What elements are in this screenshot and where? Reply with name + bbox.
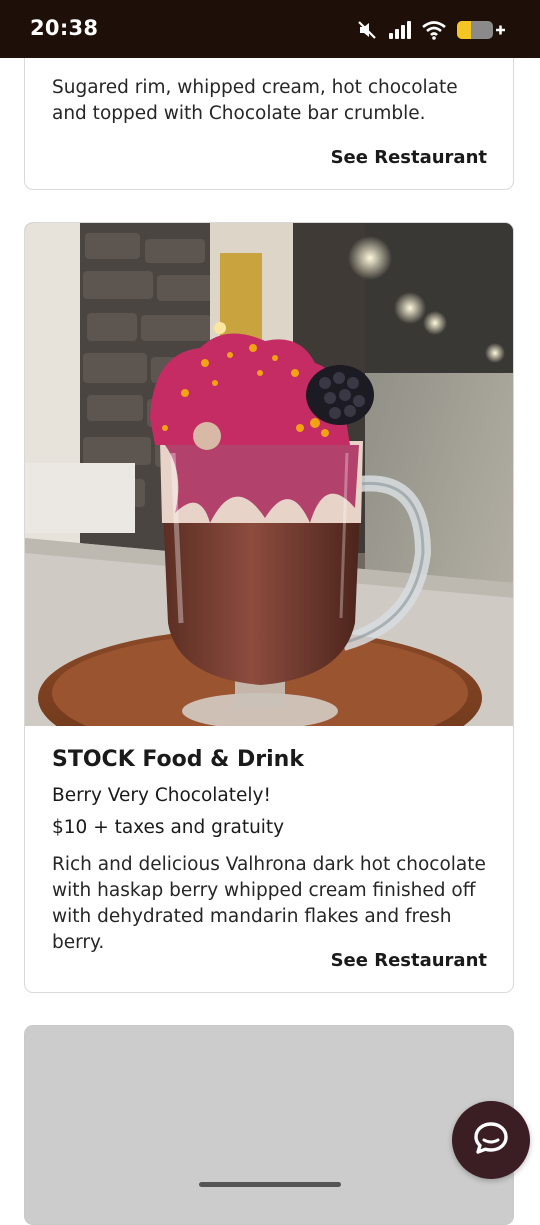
status-icons	[356, 16, 506, 44]
battery-charging-icon	[456, 19, 506, 41]
drink-description: Rich and delicious Valhrona dark hot cho…	[52, 854, 486, 953]
cellular-signal-icon	[388, 20, 412, 40]
drink-price: $10 + taxes and gratuity	[52, 817, 285, 838]
restaurant-card: STOCK Food & Drink Berry Very Chocolatel…	[24, 222, 514, 993]
see-restaurant-link[interactable]: See Restaurant	[331, 147, 487, 168]
status-time: 20:38	[30, 16, 99, 40]
see-restaurant-link[interactable]: See Restaurant	[331, 950, 487, 971]
drink-name: Berry Very Chocolately!	[52, 785, 271, 806]
status-bar: 20:38	[0, 0, 540, 58]
drink-description: Sugared rim, whipped cream, hot chocolat…	[52, 77, 458, 124]
mute-icon	[356, 19, 378, 41]
wifi-icon	[422, 20, 446, 40]
chat-bubble-icon	[471, 1118, 511, 1162]
image-placeholder-card	[24, 1025, 514, 1225]
home-indicator[interactable]	[199, 1182, 341, 1187]
restaurant-name: STOCK Food & Drink	[52, 747, 304, 772]
chat-button[interactable]	[452, 1101, 530, 1179]
hot-chocolate-photo	[25, 223, 513, 726]
